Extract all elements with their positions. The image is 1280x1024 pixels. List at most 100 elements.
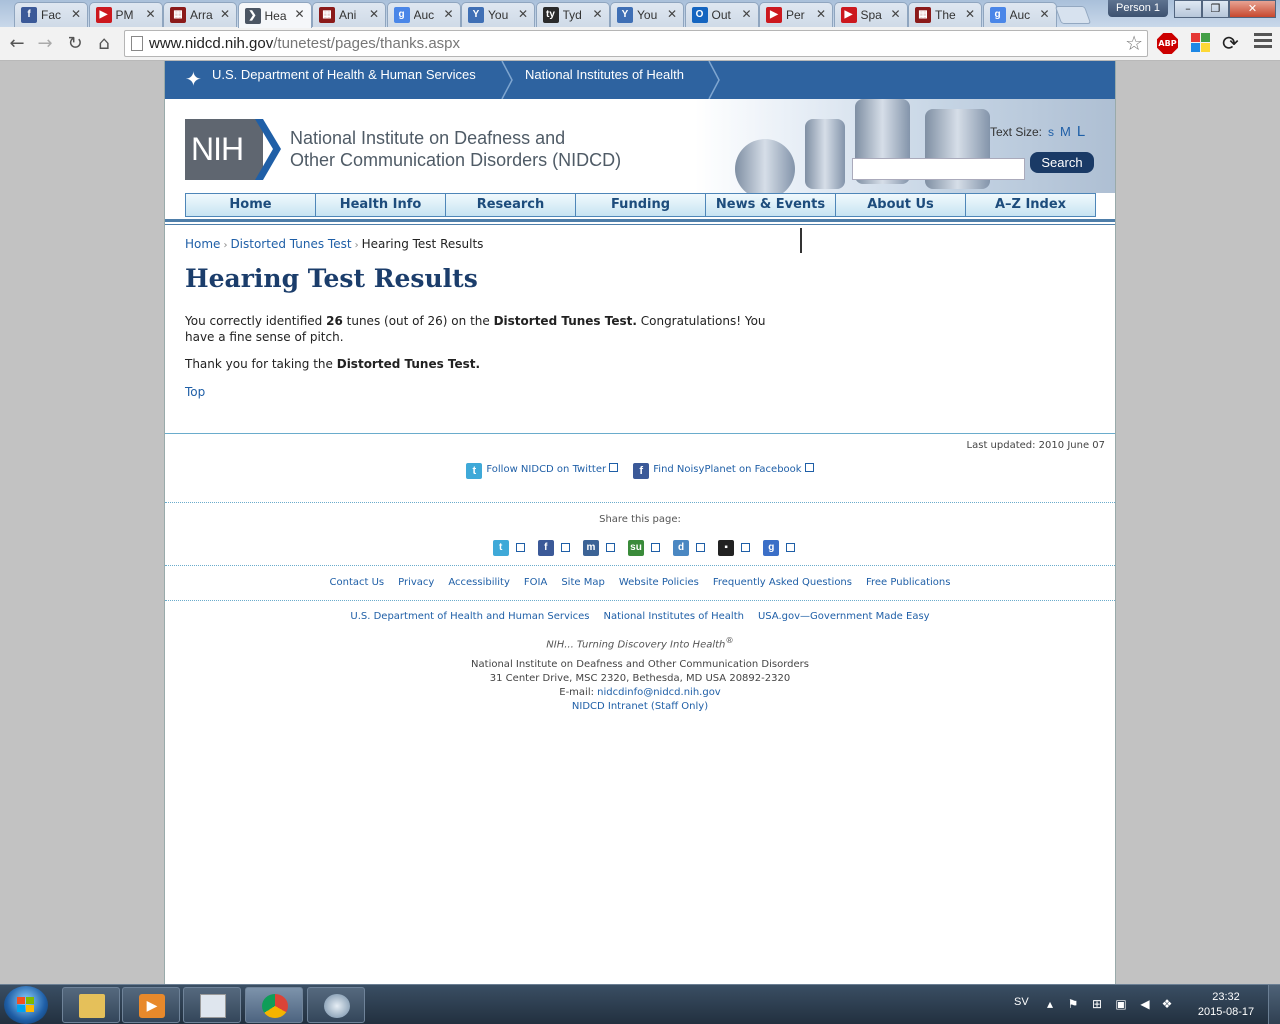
close-tab-icon[interactable]: ✕ xyxy=(443,7,453,21)
breadcrumb-distorted-tunes-test[interactable]: Distorted Tunes Test xyxy=(230,237,351,251)
chrome-menu-icon[interactable] xyxy=(1254,33,1272,53)
search-input[interactable] xyxy=(852,158,1025,180)
close-window-button[interactable]: ✕ xyxy=(1229,0,1276,18)
footer-link-faq[interactable]: Frequently Asked Questions xyxy=(713,577,852,588)
sync-extension-icon[interactable]: ⟳ xyxy=(1222,31,1239,55)
new-tab-button[interactable] xyxy=(1054,6,1092,24)
myspace-icon[interactable]: m xyxy=(582,539,599,556)
minimize-button[interactable]: – xyxy=(1174,0,1202,18)
forward-arrow-icon[interactable]: → xyxy=(32,31,58,57)
system-clock[interactable]: 23:32 2015-08-17 xyxy=(1190,990,1262,1020)
browser-tab[interactable]: ▶ Per ✕ xyxy=(759,2,833,27)
language-indicator[interactable]: SV xyxy=(1014,996,1029,1008)
browser-tab[interactable]: ▦ Arra ✕ xyxy=(163,2,237,27)
footer-link-foia[interactable]: FOIA xyxy=(524,577,547,588)
facebook-icon[interactable]: f xyxy=(537,539,554,556)
browser-tab[interactable]: f Fac ✕ xyxy=(14,2,88,27)
nav-home[interactable]: Home xyxy=(186,194,316,216)
nav-about-us[interactable]: About Us xyxy=(836,194,966,216)
twitter-follow-link[interactable]: t Follow NIDCD on Twitter xyxy=(466,463,619,479)
hhs-link[interactable]: U.S. Department of Health & Human Servic… xyxy=(212,67,476,82)
footer-link-accessibility[interactable]: Accessibility xyxy=(448,577,510,588)
google-icon[interactable]: g xyxy=(763,539,780,556)
taskbar-media-player[interactable]: ▶ xyxy=(122,987,180,1023)
browser-tab[interactable]: g Auc ✕ xyxy=(386,2,461,27)
show-hidden-icons-arrow-icon[interactable]: ▴ xyxy=(1043,997,1057,1011)
text-size-medium[interactable]: M xyxy=(1060,124,1071,139)
close-tab-icon[interactable]: ✕ xyxy=(294,7,304,21)
external-link-icon xyxy=(741,543,751,552)
twitter-icon[interactable]: t xyxy=(492,539,509,556)
volume-icon[interactable]: ◀ xyxy=(1138,997,1152,1011)
nav-news-events[interactable]: News & Events xyxy=(706,194,836,216)
adblock-plus-icon[interactable]: ABP xyxy=(1157,33,1178,54)
text-size-small[interactable]: s xyxy=(1048,125,1054,139)
action-center-flag-icon[interactable]: ⚑ xyxy=(1066,997,1080,1011)
close-tab-icon[interactable]: ✕ xyxy=(369,7,379,21)
show-desktop-button[interactable] xyxy=(1268,985,1280,1024)
home-icon[interactable]: ⌂ xyxy=(91,31,117,57)
nav-funding[interactable]: Funding xyxy=(576,194,706,216)
nav-research[interactable]: Research xyxy=(446,194,576,216)
browser-tab[interactable]: ▶ Spa ✕ xyxy=(833,2,908,27)
close-tab-icon[interactable]: ✕ xyxy=(1039,7,1049,21)
reload-icon[interactable]: ↻ xyxy=(62,31,88,57)
gov-link-usa-gov[interactable]: USA.gov—Government Made Easy xyxy=(758,611,930,622)
browser-tab[interactable]: g Auc ✕ xyxy=(982,2,1057,27)
close-tab-icon[interactable]: ✕ xyxy=(145,7,155,21)
bookmark-star-icon[interactable]: ☆ xyxy=(1125,31,1143,56)
stumbleupon-icon[interactable]: su xyxy=(628,539,644,556)
close-tab-icon[interactable]: ✕ xyxy=(71,7,81,21)
close-tab-icon[interactable]: ✕ xyxy=(667,7,677,21)
taskbar-app[interactable] xyxy=(307,987,365,1023)
close-tab-icon[interactable]: ✕ xyxy=(518,7,528,21)
footer-link-site-map[interactable]: Site Map xyxy=(561,577,604,588)
windows-icon[interactable]: ⊞ xyxy=(1090,997,1104,1011)
footer-link-contact-us[interactable]: Contact Us xyxy=(330,577,385,588)
start-button[interactable] xyxy=(4,986,48,1024)
browser-tab[interactable]: ▶ PM ✕ xyxy=(88,2,163,27)
gov-link-nih[interactable]: National Institutes of Health xyxy=(604,611,744,622)
nih-logo[interactable]: NIH xyxy=(185,119,282,180)
footer-link-privacy[interactable]: Privacy xyxy=(398,577,434,588)
browser-tab[interactable]: ▦ Ani ✕ xyxy=(312,2,386,27)
browser-tab[interactable]: O Out ✕ xyxy=(684,2,759,27)
top-link[interactable]: Top xyxy=(185,385,205,399)
back-arrow-icon[interactable]: ← xyxy=(4,31,30,57)
institute-name[interactable]: National Institute on Deafness and Other… xyxy=(290,127,621,171)
search-button[interactable]: Search xyxy=(1030,152,1094,173)
breadcrumb-home[interactable]: Home xyxy=(185,237,220,251)
close-tab-icon[interactable]: ✕ xyxy=(890,7,900,21)
facebook-link[interactable]: f Find NoisyPlanet on Facebook xyxy=(633,463,814,479)
close-tab-icon[interactable]: ✕ xyxy=(741,7,751,21)
address-bar[interactable]: www.nidcd.nih.gov/tunetest/pages/thanks.… xyxy=(124,30,1148,57)
email-link[interactable]: nidcdinfo@nidcd.nih.gov xyxy=(597,687,721,698)
close-tab-icon[interactable]: ✕ xyxy=(816,7,826,21)
footer-link-free-publications[interactable]: Free Publications xyxy=(866,577,951,588)
browser-tab[interactable]: ❯ Hea ✕ xyxy=(237,2,312,28)
gov-link-hhs[interactable]: U.S. Department of Health and Human Serv… xyxy=(350,611,589,622)
dropbox-icon[interactable]: ❖ xyxy=(1160,997,1174,1011)
close-tab-icon[interactable]: ✕ xyxy=(220,7,230,21)
close-tab-icon[interactable]: ✕ xyxy=(592,7,602,21)
text-size-large[interactable]: L xyxy=(1077,123,1085,140)
taskbar-explorer[interactable] xyxy=(62,987,120,1023)
network-icon[interactable]: ▣ xyxy=(1114,997,1128,1011)
digg-icon[interactable]: d xyxy=(673,539,690,556)
browser-tab[interactable]: Y You ✕ xyxy=(610,2,684,27)
extension-icon[interactable] xyxy=(1191,33,1213,55)
browser-tab[interactable]: ty Tyd ✕ xyxy=(535,2,610,27)
browser-tab[interactable]: Y You ✕ xyxy=(461,2,535,27)
nav-az-index[interactable]: A–Z Index xyxy=(966,194,1095,216)
intranet-link[interactable]: NIDCD Intranet (Staff Only) xyxy=(165,700,1115,714)
footer-link-website-policies[interactable]: Website Policies xyxy=(619,577,699,588)
close-tab-icon[interactable]: ✕ xyxy=(965,7,975,21)
nav-health-info[interactable]: Health Info xyxy=(316,194,446,216)
delicious-icon[interactable]: ▪ xyxy=(718,539,735,556)
nih-link[interactable]: National Institutes of Health xyxy=(525,67,684,82)
browser-tab[interactable]: ▦ The ✕ xyxy=(908,2,982,27)
taskbar-window[interactable] xyxy=(183,987,241,1023)
maximize-button[interactable]: ❐ xyxy=(1202,0,1229,18)
taskbar-chrome[interactable] xyxy=(245,987,303,1023)
profile-button[interactable]: Person 1 xyxy=(1108,0,1168,17)
